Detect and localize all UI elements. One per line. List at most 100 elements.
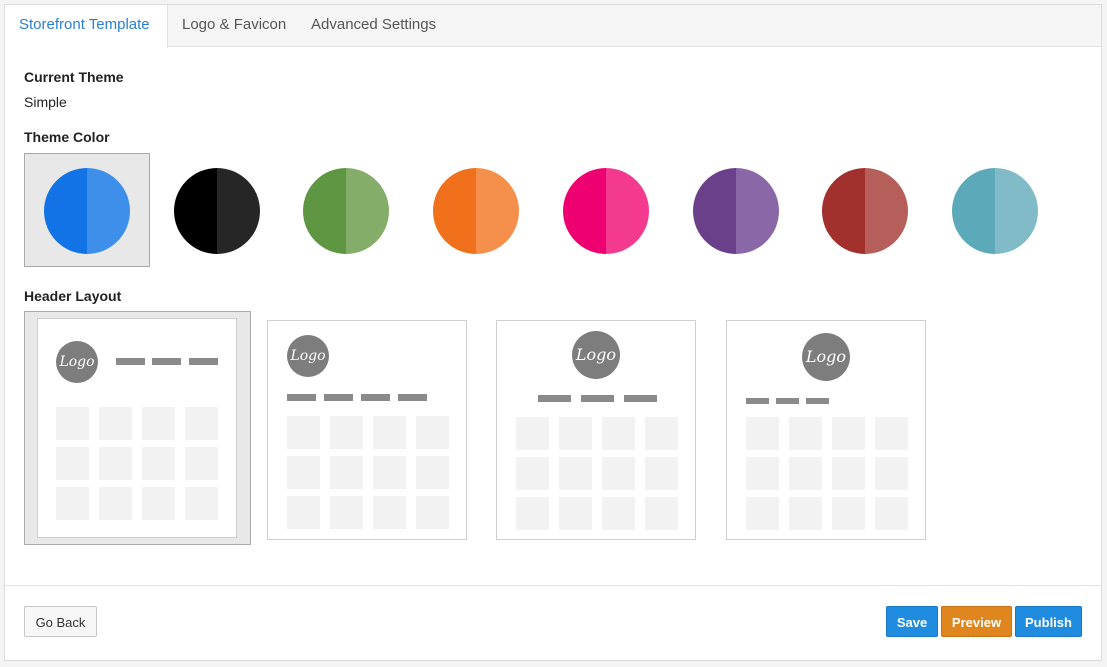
logo-placeholder: Logo — [802, 333, 850, 381]
theme-color-swatch-4[interactable] — [413, 153, 539, 267]
theme-color-label: Theme Color — [24, 129, 110, 145]
nav-bar — [624, 395, 657, 402]
header-layout-option-3[interactable]: Logo — [496, 320, 696, 540]
content-block — [56, 447, 89, 480]
content-block — [373, 416, 406, 449]
color-circle — [433, 168, 520, 254]
content-block — [559, 497, 592, 530]
content-block — [789, 457, 822, 490]
color-circle — [822, 168, 909, 254]
preview-button[interactable]: Preview — [941, 606, 1012, 637]
content-block — [142, 487, 175, 520]
content-block — [56, 407, 89, 440]
content-block — [185, 487, 218, 520]
content-block — [746, 457, 779, 490]
layout-preview: Logo — [37, 318, 237, 538]
content-block — [330, 416, 363, 449]
content-block — [875, 497, 908, 530]
content-block — [330, 496, 363, 529]
content-block — [185, 407, 218, 440]
content-block — [602, 497, 635, 530]
content-block — [99, 447, 132, 480]
save-button[interactable]: Save — [886, 606, 938, 637]
color-circle — [303, 168, 390, 254]
tab-logo-favicon[interactable]: Logo & Favicon — [168, 5, 300, 47]
theme-color-swatch-1[interactable] — [24, 153, 150, 267]
theme-color-swatch-2[interactable] — [154, 153, 280, 267]
content-block — [645, 497, 678, 530]
publish-button[interactable]: Publish — [1015, 606, 1082, 637]
nav-bar — [806, 398, 829, 404]
content-block — [330, 456, 363, 489]
nav-bar — [776, 398, 799, 404]
logo-placeholder: Logo — [572, 331, 620, 379]
theme-color-swatch-5[interactable] — [543, 153, 669, 267]
color-half-light — [735, 168, 779, 254]
theme-color-swatch-6[interactable] — [673, 153, 799, 267]
current-theme-value: Simple — [24, 94, 67, 110]
storefront-settings-panel: Storefront Template Logo & Favicon Advan… — [4, 4, 1102, 661]
header-layout-option-4[interactable]: Logo — [726, 320, 926, 540]
current-theme-label: Current Theme — [24, 69, 124, 85]
content-block — [287, 496, 320, 529]
color-circle — [951, 168, 1038, 254]
color-half-light — [346, 168, 390, 254]
content-block — [789, 497, 822, 530]
nav-bar — [287, 394, 316, 401]
color-half-light — [994, 168, 1038, 254]
content-block — [287, 416, 320, 449]
nav-bar — [116, 358, 145, 365]
content-block — [516, 497, 549, 530]
logo-placeholder: Logo — [287, 335, 329, 377]
header-layout-option-2[interactable]: Logo — [267, 320, 467, 540]
color-half-dark — [692, 168, 736, 254]
header-layout-option-1[interactable]: Logo — [24, 311, 251, 545]
color-half-dark — [173, 168, 217, 254]
nav-bar — [398, 394, 427, 401]
content-block — [559, 417, 592, 450]
color-circle — [44, 168, 130, 254]
content-block — [875, 457, 908, 490]
theme-color-swatch-3[interactable] — [283, 153, 409, 267]
content-block — [832, 457, 865, 490]
color-half-light — [476, 168, 520, 254]
color-half-dark — [303, 168, 347, 254]
content-block — [416, 456, 449, 489]
nav-bar — [538, 395, 571, 402]
tab-bar: Storefront Template Logo & Favicon Advan… — [5, 5, 1101, 48]
nav-bar — [189, 358, 218, 365]
content-block — [142, 447, 175, 480]
content-block — [746, 497, 779, 530]
nav-bar — [361, 394, 390, 401]
color-half-light — [865, 168, 909, 254]
color-half-light — [87, 168, 130, 254]
tab-storefront-template[interactable]: Storefront Template — [5, 5, 168, 48]
go-back-button[interactable]: Go Back — [24, 606, 97, 637]
content-block — [373, 496, 406, 529]
tab-advanced-settings[interactable]: Advanced Settings — [297, 5, 450, 47]
theme-color-swatch-8[interactable] — [932, 153, 1058, 267]
color-half-light — [605, 168, 649, 254]
nav-bar — [324, 394, 353, 401]
content-block — [142, 407, 175, 440]
content-block — [416, 496, 449, 529]
content-block — [832, 417, 865, 450]
content-block — [516, 457, 549, 490]
nav-bar — [581, 395, 614, 402]
content-block — [373, 456, 406, 489]
color-half-dark — [44, 168, 87, 254]
theme-color-swatch-7[interactable] — [802, 153, 928, 267]
content-block — [602, 417, 635, 450]
content-block — [56, 487, 89, 520]
logo-placeholder: Logo — [56, 341, 98, 383]
nav-bar — [746, 398, 769, 404]
content-block — [875, 417, 908, 450]
content-block — [516, 417, 549, 450]
color-half-dark — [951, 168, 995, 254]
content-block — [746, 417, 779, 450]
content-block — [99, 487, 132, 520]
color-half-dark — [562, 168, 606, 254]
content-block — [99, 407, 132, 440]
content-block — [645, 457, 678, 490]
nav-bar — [152, 358, 181, 365]
